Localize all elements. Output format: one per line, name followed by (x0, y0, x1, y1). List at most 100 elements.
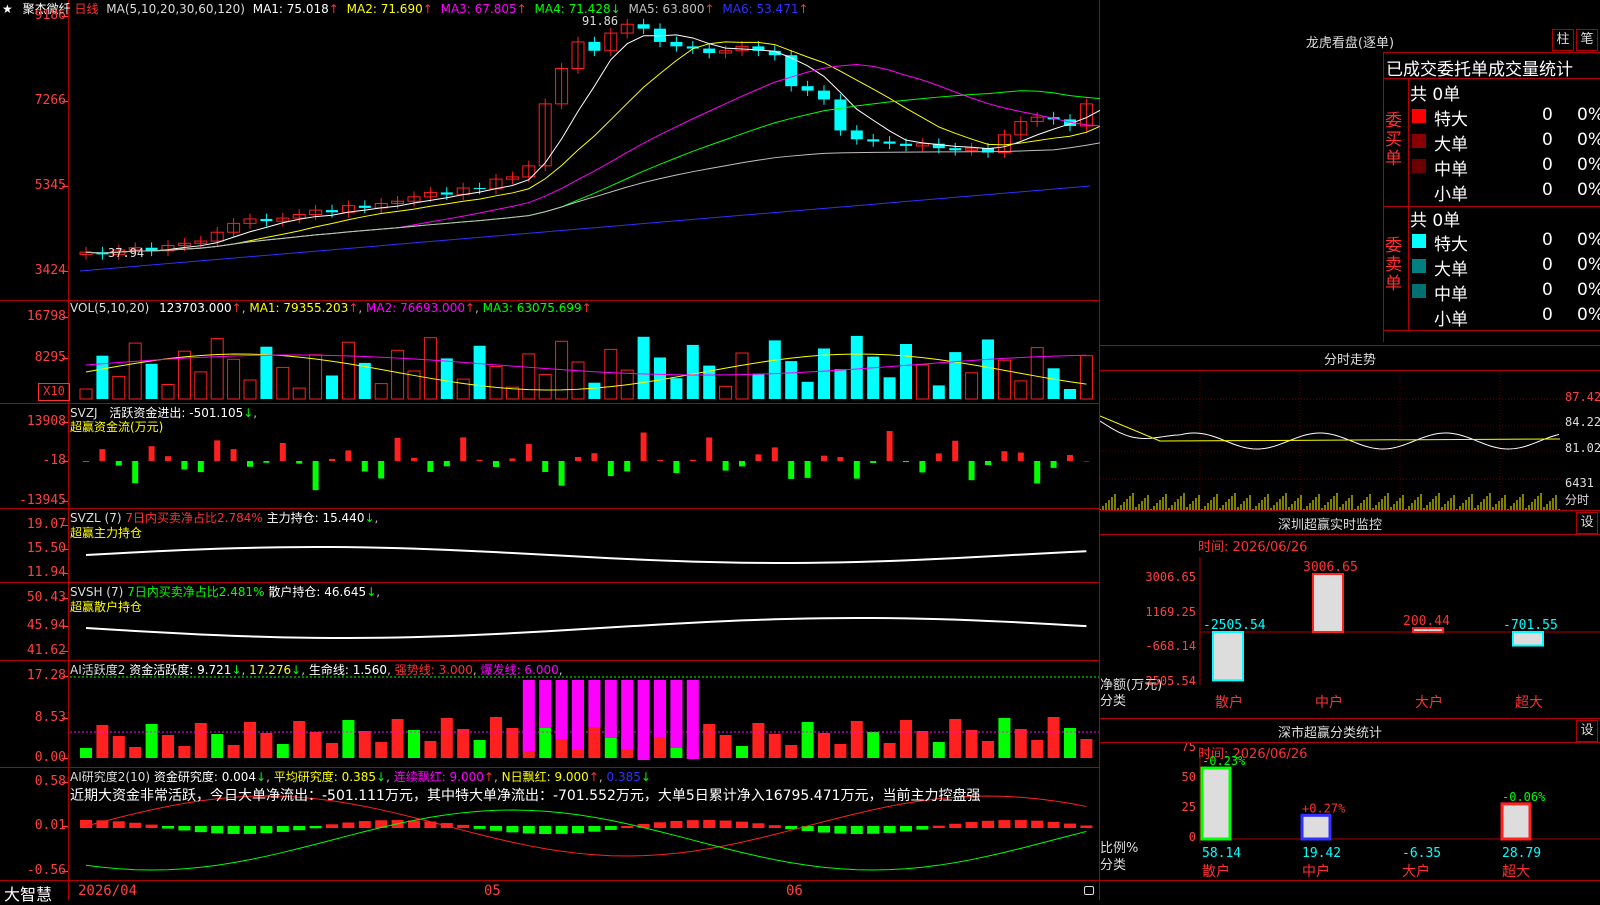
ai1-bar-burst (523, 680, 535, 751)
svzj-bar (427, 461, 433, 472)
ai1-strong: 强势线: 3.000 (395, 663, 473, 677)
ai1-bar (277, 744, 289, 758)
svzj-bar (591, 453, 597, 461)
buy-row-p: 0% (1577, 180, 1600, 200)
svzj-bar (329, 459, 335, 461)
ai2-bar (162, 826, 174, 829)
svzj-bar (1001, 451, 1007, 461)
brand-logo[interactable]: 大智慧 (4, 881, 52, 905)
svzj-bar (887, 431, 893, 461)
ai2-bar (687, 820, 699, 828)
sz2-value-label: 28.79 (1502, 846, 1541, 861)
vol-bar-up (244, 380, 256, 399)
ai1-bar-burst (605, 680, 617, 738)
ma-line-1 (86, 35, 1100, 253)
buy-swatch (1412, 184, 1426, 198)
sz2-axis-label: 75 (1182, 743, 1196, 754)
svzj-bar (198, 461, 204, 472)
sz2-category-label: 超大 (1502, 864, 1530, 880)
ai2-bar (720, 821, 732, 828)
fenshi-price-line (1100, 421, 1559, 449)
ai1-bar-burst (556, 680, 568, 739)
vol-bar-down (670, 378, 682, 399)
sz2-ylabel: 比例% (1100, 841, 1138, 856)
svzj-bar (460, 437, 466, 461)
lhb-tabs[interactable]: 已成交委托单成交量统计 (1386, 55, 1573, 80)
ai1-bar (244, 722, 256, 758)
buy-side-label: 委买单 (1385, 112, 1405, 169)
svzj-bar (132, 461, 138, 483)
ai1-bar (851, 721, 863, 758)
vol-bar-up (293, 388, 305, 399)
vol-bar-down (474, 346, 486, 399)
ai1-bar (1031, 740, 1043, 758)
vol-bar-down (1048, 368, 1060, 399)
vol-arrow: ↑ (232, 301, 242, 315)
ai1-bar (769, 734, 781, 758)
svzj-bar (936, 453, 942, 461)
buy-total: 共 0单 (1410, 80, 1460, 105)
ai1-bar (293, 721, 305, 758)
sz1-xlabel: 分类 (1100, 694, 1126, 709)
ai2-research-arrow: ↓ (256, 770, 266, 784)
ai1-bar (916, 731, 928, 758)
ai1-bar-burst (572, 680, 584, 750)
sz2-axis-label: 50 (1182, 770, 1196, 784)
ai2-bar (506, 826, 518, 832)
ai2-bar (457, 825, 469, 828)
sz2-change-label: +0.27% (1302, 801, 1346, 815)
svzj-bar (214, 440, 220, 461)
svzj-bar (690, 460, 696, 461)
tick-mode-button[interactable]: 笔 (1576, 29, 1598, 51)
intraday-chart[interactable] (1100, 371, 1600, 511)
ai1-bar (310, 732, 322, 758)
svzj-bar (772, 447, 778, 461)
sz1-bar-label: 3006.65 (1303, 560, 1358, 575)
sell-row-n: 0 (1542, 280, 1553, 300)
sz2-category-label: 大户 (1402, 863, 1430, 880)
svzj-bar (181, 461, 187, 469)
ai1-bar-burst (588, 680, 600, 727)
svzj-bar (1018, 453, 1024, 461)
svzj-bar (165, 456, 171, 461)
vol-bar-down (933, 385, 945, 399)
sz2-bar (1302, 815, 1330, 839)
sz1-axis-label: 3006.65 (1145, 570, 1196, 584)
vol-ma2-arrow: ↑ (465, 301, 475, 315)
ai1-v2: 17.276 (249, 663, 291, 677)
bar-mode-button[interactable]: 柱 (1552, 29, 1574, 51)
ai2-bar (670, 821, 682, 828)
svzj-bar (345, 450, 351, 461)
sz1-bar (1513, 632, 1543, 646)
sz1-title: 深圳超赢实时监控 (1100, 514, 1560, 533)
lock-icon[interactable] (1084, 886, 1094, 895)
ai2-bar (982, 821, 994, 828)
ai1-bar (260, 733, 272, 758)
ai2-bar (244, 826, 256, 834)
vol-ma3: MA3: 63075.699 (483, 301, 582, 315)
ma-line-3 (86, 65, 1100, 254)
ai1-bar (228, 745, 240, 758)
sz2-bar-chart: 755025058.14-0.23%散户19.42+0.27%中户-6.35大户… (1100, 743, 1600, 900)
ai2-v5-arrow: ↓ (641, 770, 651, 784)
vol-bar-up (523, 354, 535, 399)
vol-bar-down (818, 349, 830, 400)
ai2-bar (605, 826, 617, 830)
sz1-settings-button[interactable]: 设 (1576, 512, 1598, 534)
ai1-bar (720, 735, 732, 758)
ai1-bar (1048, 717, 1060, 758)
sz2-settings-button[interactable]: 设 (1576, 720, 1598, 742)
ai1-arrow: ↓ (231, 663, 241, 677)
ai2-bar (933, 826, 945, 828)
fenshi-axis-3: 81.02 (1565, 441, 1600, 455)
svzj-bar (395, 438, 401, 461)
sz1-bar (1213, 632, 1243, 680)
low-price-label: 37.94 (108, 246, 144, 260)
sz1-ylabel: 净额(万元) (1100, 678, 1162, 693)
ai1-header: AI活跃度2 资金活跃度: 9.721↓, 17.276↓, 生命线: 1.56… (70, 661, 563, 678)
kline-chart[interactable] (0, 0, 1100, 880)
ai2-avg: 平均研究度: 0.385 (274, 770, 376, 784)
svzj-bar (99, 449, 105, 461)
vol-bar-down (146, 364, 158, 399)
candle-down (441, 192, 453, 194)
